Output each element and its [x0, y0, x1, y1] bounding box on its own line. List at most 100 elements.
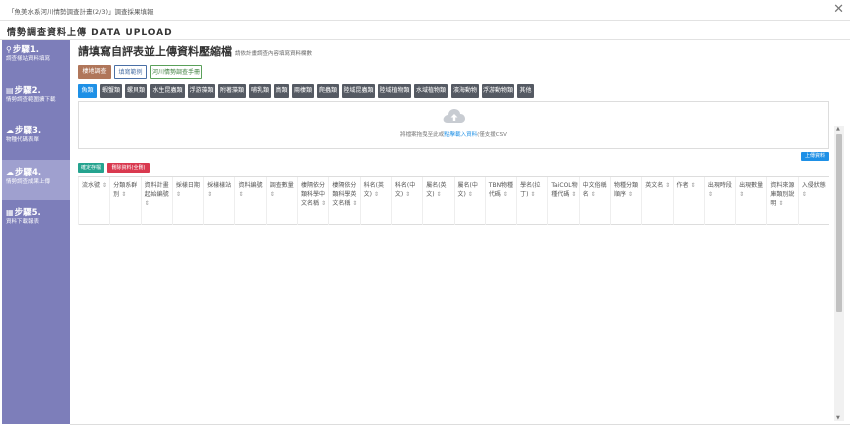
table-header-cell[interactable]: 資料計畫起始編號 ⇕: [140, 177, 172, 225]
table-header-cell[interactable]: 資料來源庫類別說明 ⇕: [766, 177, 797, 225]
main-title-text: 請填寫自評表並上傳資料壓縮檔: [78, 45, 232, 58]
category-tab[interactable]: 哺乳類: [249, 84, 271, 98]
sort-icon[interactable]: ⇕: [569, 191, 576, 198]
tab-habitat-survey[interactable]: 棲地調查: [78, 65, 111, 79]
sort-icon[interactable]: ⇕: [207, 191, 212, 198]
upload-text: (僅支援CSV: [477, 132, 507, 138]
column-label: 流水號: [82, 182, 101, 189]
category-tab[interactable]: 陸域植物類: [378, 84, 411, 98]
sort-icon[interactable]: ⇕: [372, 191, 379, 198]
column-label: 採樣日期: [175, 182, 200, 189]
table-header-cell[interactable]: 屬名(中文) ⇕: [453, 177, 485, 225]
sort-icon[interactable]: ⇕: [501, 191, 508, 198]
save-button[interactable]: 確定存檔: [78, 163, 104, 173]
step-title: 步驟2.: [14, 86, 41, 96]
tab-fill-example[interactable]: 填寫範例: [114, 65, 147, 79]
table-header-cell[interactable]: 調查數量 ⇕: [265, 177, 297, 225]
sort-icon[interactable]: ⇕: [708, 191, 713, 198]
sort-icon[interactable]: ⇕: [689, 182, 695, 189]
table-header-cell[interactable]: 物種分類順序 ⇕: [609, 177, 641, 225]
upload-link[interactable]: 點擊載入資料: [444, 132, 477, 138]
category-tab[interactable]: 魚類: [78, 84, 97, 98]
cloud-upload-icon: ☁: [6, 168, 14, 177]
sort-icon[interactable]: ⇕: [119, 191, 126, 198]
table-header-cell[interactable]: 英文名 ⇕: [641, 177, 672, 225]
category-tab[interactable]: 螺貝類: [125, 84, 147, 98]
table-header-cell[interactable]: 分類系群別 ⇕: [109, 177, 140, 225]
divider: [0, 20, 850, 21]
table-header-cell[interactable]: TaiCOL物種代碼 ⇕: [547, 177, 578, 225]
table-header-cell[interactable]: 採樣樣站 ⇕: [203, 177, 234, 225]
table-header-cell[interactable]: 科名(英文) ⇕: [359, 177, 391, 225]
tab-survey-manual[interactable]: 河川情勢調查手冊: [150, 65, 202, 79]
sort-icon[interactable]: ⇕: [626, 191, 633, 198]
step-title: 步驟1.: [12, 45, 40, 55]
sort-icon[interactable]: ⇕: [435, 191, 441, 198]
table-header-cell[interactable]: 作者 ⇕: [672, 177, 704, 225]
step-subtitle: 調查樣站資料填寫: [6, 56, 51, 62]
table-header-cell[interactable]: 學名(拉丁) ⇕: [516, 177, 547, 225]
table-header-cell[interactable]: 棲隔依分類科學中文名稱 ⇕: [297, 177, 328, 225]
category-tab[interactable]: 水域植物類: [414, 84, 448, 98]
table-header-cell[interactable]: 出現時段 ⇕: [703, 177, 735, 225]
table-header-cell[interactable]: 科名(中文) ⇕: [390, 177, 422, 225]
category-tab[interactable]: 浮游藻類: [188, 84, 215, 98]
step-subtitle: 資料下載報表: [6, 219, 40, 225]
sort-icon[interactable]: ⇕: [100, 182, 107, 189]
sort-icon[interactable]: ⇕: [739, 191, 744, 198]
sort-icon[interactable]: ⇕: [528, 191, 535, 198]
upload-button[interactable]: 上傳資料: [801, 152, 829, 161]
sort-icon[interactable]: ⇕: [145, 200, 150, 207]
table-header-cell[interactable]: 出現數量 ⇕: [735, 177, 766, 225]
category-tab[interactable]: 兩棲類: [292, 84, 314, 98]
sort-icon[interactable]: ⇕: [663, 182, 670, 189]
table-header-cell[interactable]: 採樣日期 ⇕: [171, 177, 203, 225]
close-icon[interactable]: ✕: [833, 2, 844, 17]
divider: [70, 424, 850, 425]
category-tab[interactable]: 其他: [517, 84, 534, 98]
sort-icon[interactable]: ⇕: [176, 191, 181, 198]
sort-icon[interactable]: ⇕: [350, 200, 357, 207]
scrollbar-thumb[interactable]: [836, 134, 842, 312]
sort-icon[interactable]: ⇕: [403, 191, 410, 198]
column-label: 入侵狀態: [801, 182, 826, 189]
table-header-cell[interactable]: 資料編號 ⇕: [234, 177, 265, 225]
category-tab[interactable]: 附著藻類: [218, 84, 246, 98]
sidebar-step-2[interactable]: ▤步驟2. 情勢調查範圍擴下載: [2, 84, 70, 114]
sort-icon[interactable]: ⇕: [238, 191, 243, 198]
category-tab[interactable]: 蝦蟹類: [100, 84, 122, 98]
sidebar-step-1[interactable]: ⚲步驟1. 調查樣站資料填寫: [2, 43, 70, 73]
column-label: 資料編號: [238, 182, 263, 189]
category-tab[interactable]: 濱海動物: [451, 84, 479, 98]
table-header-cell[interactable]: 入侵狀態 ⇕: [797, 177, 829, 225]
sidebar-step-5[interactable]: ▦步驟5. 資料下載報表: [2, 206, 70, 236]
table-header-cell[interactable]: 流水號 ⇕: [78, 177, 109, 225]
scroll-down-icon[interactable]: ▼: [836, 415, 840, 421]
table-header-cell[interactable]: 棲隔依分類科學英文名稱 ⇕: [328, 177, 359, 225]
sort-icon[interactable]: ⇕: [466, 191, 473, 198]
sidebar-step-4[interactable]: ☁步驟4. 情勢調查成果上傳: [2, 160, 70, 200]
sort-icon[interactable]: ⇕: [270, 191, 275, 198]
category-tab[interactable]: 爬蟲類: [317, 84, 339, 98]
category-tab[interactable]: 陸域昆蟲類: [342, 84, 375, 98]
sidebar-step-3[interactable]: ☁步驟3. 物種代碼表單: [2, 124, 70, 154]
vertical-scrollbar[interactable]: ▲ ▼: [834, 126, 844, 421]
delete-all-button[interactable]: 刪除資料(全刪): [107, 163, 150, 173]
category-tab[interactable]: 浮游動物類: [482, 84, 514, 98]
main-subtitle: 請依計畫調查內容填寫資料欄數: [235, 51, 313, 57]
table-header-cell[interactable]: 屬名(英文) ⇕: [422, 177, 453, 225]
data-table: 流水號 ⇕ 分類系群別 ⇕ 資料計畫起始編號 ⇕ 採樣日期 ⇕ 採樣樣站 ⇕ 資料編號 ⇕…: [78, 176, 829, 225]
sort-icon[interactable]: ⇕: [589, 191, 596, 198]
category-tab[interactable]: 鳥類: [274, 84, 289, 98]
window-title: 「魚美水系河川情勢調查計畫(2/3)」調查採果填報: [8, 8, 154, 16]
table-header-cell[interactable]: 中文俗稱名 ⇕: [578, 177, 610, 225]
sort-icon[interactable]: ⇕: [802, 191, 807, 198]
location-pin-icon: ⚲: [6, 45, 12, 54]
table-header-cell[interactable]: TBN物種代碼 ⇕: [484, 177, 516, 225]
step-subtitle: 物種代碼表單: [6, 137, 40, 143]
upload-dropzone[interactable]: 將檔案拖曳至此或點擊載入資料(僅支援CSV: [78, 101, 829, 149]
sort-icon[interactable]: ⇕: [776, 200, 783, 207]
sort-icon[interactable]: ⇕: [319, 200, 326, 207]
scroll-up-icon[interactable]: ▲: [836, 126, 840, 132]
category-tab[interactable]: 水生昆蟲類: [150, 84, 185, 98]
